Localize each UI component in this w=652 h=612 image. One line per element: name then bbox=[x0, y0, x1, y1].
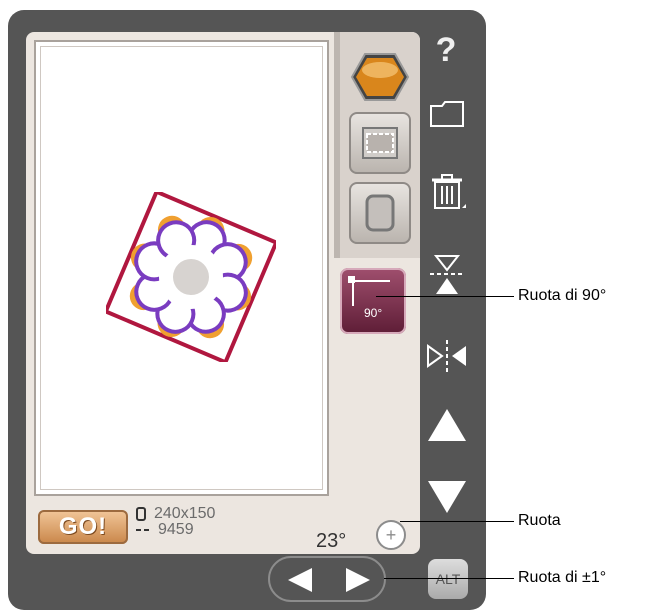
design-info: 240x150 9459 bbox=[136, 506, 215, 538]
callout-line-rotate bbox=[400, 521, 514, 522]
question-mark-icon[interactable]: ? bbox=[426, 30, 466, 70]
callout-line-rotate-step bbox=[384, 578, 514, 579]
side-toolbar: ? bbox=[420, 30, 472, 530]
stitch-count-icon bbox=[136, 529, 149, 531]
tool-column-separator bbox=[334, 32, 340, 258]
status-bar: GO! 240x150 9459 23° + bbox=[26, 502, 420, 554]
rotate-90-button[interactable]: 90° bbox=[340, 268, 406, 334]
folder-icon[interactable] bbox=[428, 98, 466, 130]
hoop-view-button[interactable] bbox=[349, 182, 411, 244]
rotation-value: 23° bbox=[316, 530, 347, 552]
rotate-handle-icon[interactable]: + bbox=[376, 520, 406, 550]
trash-icon[interactable] bbox=[428, 172, 466, 212]
arrow-right-icon[interactable] bbox=[344, 566, 374, 594]
callout-rotate: Ruota bbox=[518, 512, 561, 529]
rotate-90-label: 90° bbox=[364, 306, 383, 320]
select-block-icon bbox=[362, 127, 398, 159]
step-rotate-control bbox=[268, 556, 386, 602]
stitch-count-value: 9459 bbox=[158, 521, 194, 538]
hoop-size-icon bbox=[136, 507, 146, 521]
hoop-icon bbox=[365, 194, 395, 232]
go-button[interactable]: GO! bbox=[38, 510, 128, 544]
callout-rotate-90: Ruota di 90° bbox=[518, 287, 607, 304]
hoop-area[interactable] bbox=[34, 40, 329, 496]
select-block-button[interactable] bbox=[349, 112, 411, 174]
arrow-up-icon[interactable] bbox=[426, 406, 468, 444]
arrow-down-icon[interactable] bbox=[426, 478, 468, 516]
rotate-90-icon bbox=[352, 280, 390, 306]
arrow-left-icon[interactable] bbox=[284, 566, 314, 594]
mirror-horizontal-icon[interactable] bbox=[424, 338, 470, 374]
tool-column bbox=[334, 32, 420, 258]
color-hexagon-button[interactable] bbox=[350, 52, 410, 102]
mirror-vertical-icon[interactable] bbox=[428, 252, 466, 296]
embroidery-screen: 90° GO! 240x150 9459 23° + bbox=[26, 32, 420, 554]
callout-rotate-step: Ruota di ±1° bbox=[518, 569, 607, 586]
embroidery-design[interactable] bbox=[106, 192, 276, 362]
callout-line-rotate-90 bbox=[376, 296, 514, 297]
alt-button[interactable]: ALT bbox=[428, 559, 468, 599]
rotate-90-square bbox=[348, 276, 355, 283]
hoop-size-value: 240x150 bbox=[154, 505, 216, 522]
